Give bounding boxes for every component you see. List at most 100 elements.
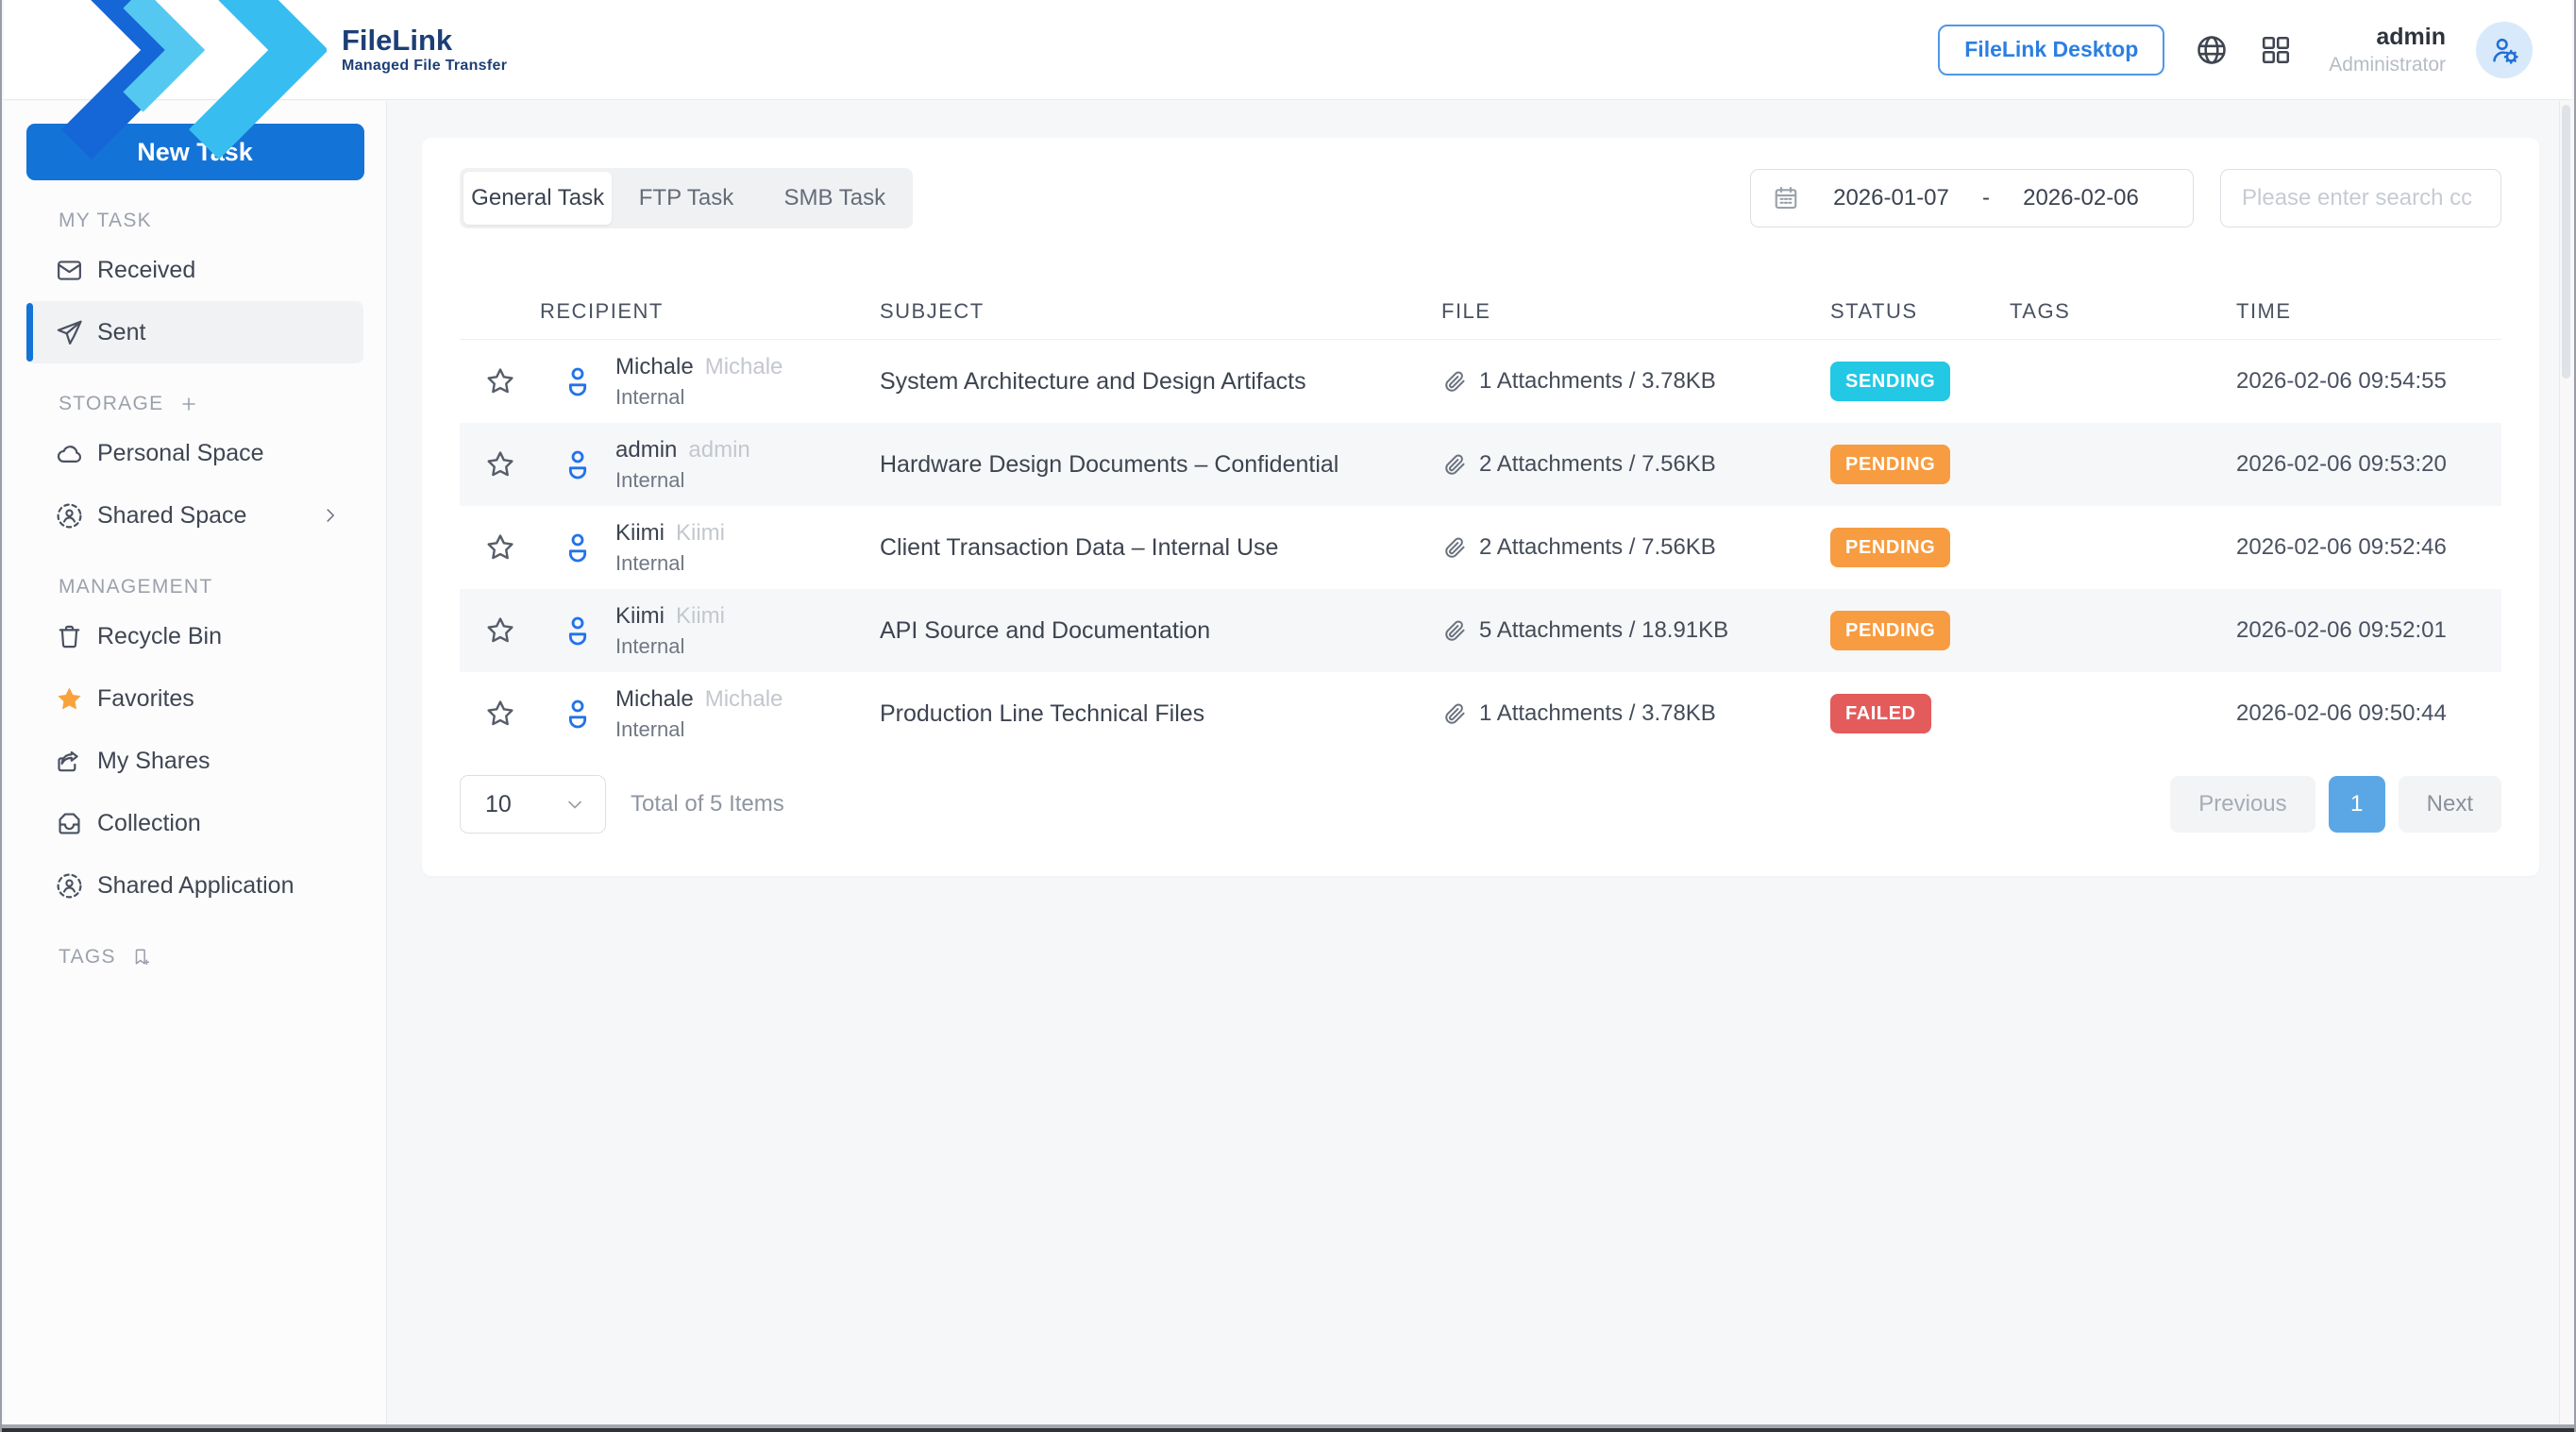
row-subject[interactable]: API Source and Documentation: [880, 617, 1441, 645]
brand-name: FileLink: [342, 25, 507, 56]
person-dashed-circle-icon: [55, 501, 84, 531]
tab-ftp-task[interactable]: FTP Task: [612, 172, 760, 225]
task-list-card: General TaskFTP TaskSMB Task 2026-01-07 …: [422, 138, 2539, 876]
person-dashed-circle-icon: [55, 871, 84, 901]
row-time: 2026-02-06 09:54:55: [2236, 368, 2501, 395]
scrollbar-thumb[interactable]: [2562, 105, 2570, 379]
recipient-avatar-icon: [559, 695, 597, 733]
favorite-star-icon[interactable]: [484, 365, 516, 397]
sidebar-item-my-shares[interactable]: My Shares: [26, 730, 363, 792]
recipient-type: Internal: [615, 551, 880, 576]
calendar-icon: [1772, 184, 1800, 212]
file-info: 1 Attachments / 3.78KB: [1479, 700, 1716, 727]
window-scrollbar[interactable]: [2559, 101, 2572, 1424]
app-header: FileLink Managed File Transfer FileLink …: [4, 0, 2572, 100]
favorite-star-icon[interactable]: [484, 615, 516, 647]
table-row[interactable]: Michale Michale Internal System Architec…: [460, 340, 2501, 423]
user-meta: admin Administrator: [2329, 24, 2446, 76]
recipient-alias: Michale: [705, 686, 783, 713]
paper-plane-icon: [55, 318, 84, 347]
filters: 2026-01-07 - 2026-02-06: [1750, 169, 2501, 227]
status-badge: SENDING: [1830, 362, 1950, 401]
date-range-picker[interactable]: 2026-01-07 - 2026-02-06: [1750, 169, 2194, 227]
paperclip-icon: [1441, 368, 1468, 395]
date-start[interactable]: 2026-01-07: [1800, 185, 1982, 211]
next-page-button[interactable]: Next: [2399, 776, 2501, 833]
date-separator: -: [1982, 185, 1990, 211]
user-gear-icon: [2487, 33, 2521, 67]
collection-icon: [55, 809, 84, 838]
recipient-type: Internal: [615, 468, 880, 493]
globe-icon[interactable]: [2195, 33, 2229, 67]
page-size-value: 10: [485, 791, 512, 818]
sidebar-item-label: Shared Application: [97, 872, 294, 900]
sidebar-item-recycle-bin[interactable]: Recycle Bin: [26, 605, 363, 667]
search-input[interactable]: [2220, 169, 2501, 227]
file-info: 1 Attachments / 3.78KB: [1479, 368, 1716, 395]
row-subject[interactable]: Hardware Design Documents – Confidential: [880, 451, 1441, 479]
sidebar-section-management: MANAGEMENT: [59, 575, 386, 599]
tab-smb-task[interactable]: SMB Task: [761, 172, 909, 225]
favorite-star-icon[interactable]: [484, 448, 516, 480]
envelope-icon: [55, 256, 84, 285]
recipient-name: admin: [615, 437, 677, 463]
bookmark-plus-icon[interactable]: [131, 947, 152, 968]
favorite-star-icon[interactable]: [484, 531, 516, 564]
sidebar-item-personal-space[interactable]: Personal Space: [26, 422, 363, 484]
pager-buttons: Previous 1 Next: [2170, 776, 2501, 833]
sidebar: New Task MY TASKReceivedSentSTORAGEPerso…: [4, 101, 387, 1424]
status-badge: PENDING: [1830, 445, 1950, 484]
page-size-select[interactable]: 10: [460, 775, 606, 834]
sidebar-section-label: TAGS: [59, 946, 116, 969]
sidebar-item-shared-application[interactable]: Shared Application: [26, 854, 363, 917]
file-info: 5 Attachments / 18.91KB: [1479, 617, 1728, 644]
date-end[interactable]: 2026-02-06: [1990, 185, 2172, 211]
recipient-alias: admin: [688, 437, 749, 463]
user-role: Administrator: [2329, 54, 2446, 76]
column-header-time: TIME: [2236, 299, 2501, 324]
sidebar-item-label: Recycle Bin: [97, 623, 222, 650]
table-row[interactable]: Kiimi Kiimi Internal Client Transaction …: [460, 506, 2501, 589]
status-badge: FAILED: [1830, 694, 1931, 733]
sidebar-section-label: MY TASK: [59, 210, 152, 232]
sidebar-item-favorites[interactable]: Favorites: [26, 667, 363, 730]
sidebar-item-shared-space[interactable]: Shared Space: [26, 484, 363, 547]
sidebar-item-label: Collection: [97, 810, 201, 837]
sidebar-item-label: Sent: [97, 319, 145, 346]
chevron-right-icon: [320, 505, 341, 526]
table-header: RECIPIENT SUBJECT FILE STATUS TAGS TIME: [460, 283, 2501, 340]
sidebar-item-collection[interactable]: Collection: [26, 792, 363, 854]
current-page-button[interactable]: 1: [2329, 776, 2385, 833]
sidebar-item-received[interactable]: Received: [26, 239, 363, 301]
row-time: 2026-02-06 09:52:46: [2236, 534, 2501, 561]
table-row[interactable]: Kiimi Kiimi Internal API Source and Docu…: [460, 589, 2501, 672]
file-info: 2 Attachments / 7.56KB: [1479, 534, 1716, 561]
recipient-type: Internal: [615, 717, 880, 742]
plus-icon[interactable]: [178, 394, 199, 414]
sidebar-item-label: My Shares: [97, 748, 210, 775]
table-row[interactable]: Michale Michale Internal Production Line…: [460, 672, 2501, 755]
recipient-name: Michale: [615, 686, 694, 713]
table-row[interactable]: admin admin Internal Hardware Design Doc…: [460, 423, 2501, 506]
trash-icon: [55, 622, 84, 651]
app-grid-icon[interactable]: [2259, 33, 2293, 67]
star-filled-icon: [55, 684, 84, 714]
recipient-name: Kiimi: [615, 520, 665, 547]
row-subject[interactable]: Client Transaction Data – Internal Use: [880, 534, 1441, 562]
previous-page-button[interactable]: Previous: [2170, 776, 2315, 833]
task-type-tabs: General TaskFTP TaskSMB Task: [460, 168, 913, 228]
tab-general-task[interactable]: General Task: [463, 172, 612, 225]
filelink-desktop-button[interactable]: FileLink Desktop: [1938, 25, 2164, 76]
status-badge: PENDING: [1830, 611, 1950, 650]
row-subject[interactable]: Production Line Technical Files: [880, 700, 1441, 728]
favorite-star-icon[interactable]: [484, 698, 516, 730]
paperclip-icon: [1441, 700, 1468, 727]
sidebar-section-storage: STORAGE: [59, 392, 386, 416]
sidebar-item-sent[interactable]: Sent: [26, 301, 363, 363]
recipient-avatar-icon: [559, 529, 597, 566]
row-subject[interactable]: System Architecture and Design Artifacts: [880, 368, 1441, 396]
recipient-type: Internal: [615, 385, 880, 410]
user-avatar[interactable]: [2476, 22, 2533, 78]
column-header-tags: TAGS: [2010, 299, 2236, 324]
row-time: 2026-02-06 09:52:01: [2236, 617, 2501, 644]
